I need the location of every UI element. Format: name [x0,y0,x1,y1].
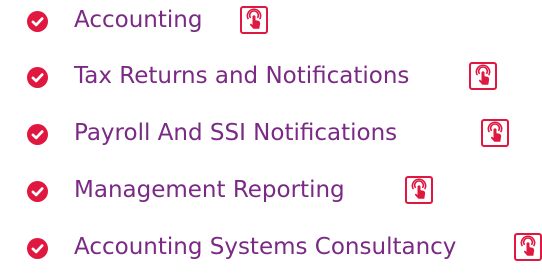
service-item-accounting-systems[interactable]: Accounting Systems Consultancy [0,227,542,267]
tap-finger-icon[interactable] [405,176,433,204]
service-item-tax-returns[interactable]: Tax Returns and Notifications [0,56,500,96]
service-item-accounting[interactable]: Accounting [0,0,270,40]
service-label: Payroll And SSI Notifications [74,120,398,146]
service-label: Tax Returns and Notifications [74,63,410,89]
service-list: Accounting Tax Returns and Notifications… [0,0,542,279]
service-label: Management Reporting [74,177,345,203]
check-circle-icon [27,67,48,88]
service-item-payroll[interactable]: Payroll And SSI Notifications [0,113,510,153]
service-label: Accounting [74,7,203,33]
tap-finger-icon[interactable] [469,62,497,90]
service-label: Accounting Systems Consultancy [74,234,457,260]
check-circle-icon [27,11,48,32]
check-circle-icon [27,181,48,202]
tap-finger-icon[interactable] [514,233,542,261]
check-circle-icon [27,124,48,145]
tap-finger-icon[interactable] [481,119,509,147]
check-circle-icon [27,238,48,259]
tap-finger-icon[interactable] [240,6,268,34]
service-item-management-reporting[interactable]: Management Reporting [0,170,460,210]
